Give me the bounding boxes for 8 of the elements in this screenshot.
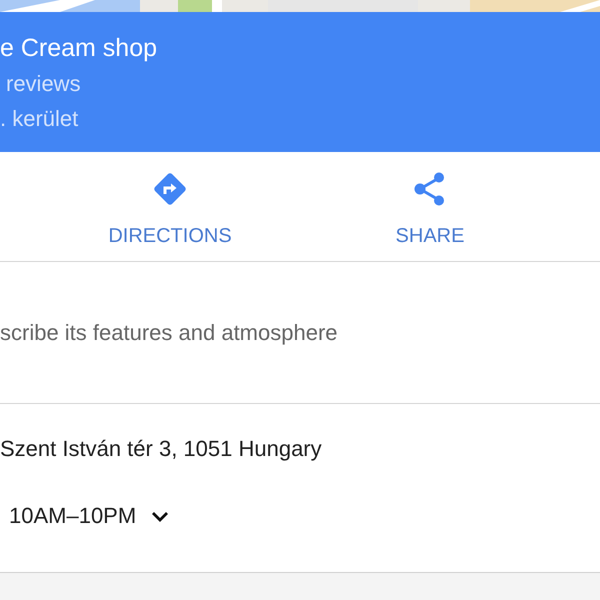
place-title: e Cream shop bbox=[0, 34, 158, 62]
place-area: . kerület bbox=[0, 106, 600, 132]
chevron-down-icon[interactable] bbox=[151, 510, 170, 522]
address-text: Szent István tér 3, 1051 Hungary bbox=[0, 436, 322, 462]
describe-prompt[interactable]: scribe its features and atmosphere bbox=[0, 320, 338, 346]
hours-text: 10AM–10PM bbox=[9, 503, 136, 529]
reviews-link[interactable]: reviews bbox=[0, 71, 600, 97]
share-icon bbox=[414, 172, 446, 206]
